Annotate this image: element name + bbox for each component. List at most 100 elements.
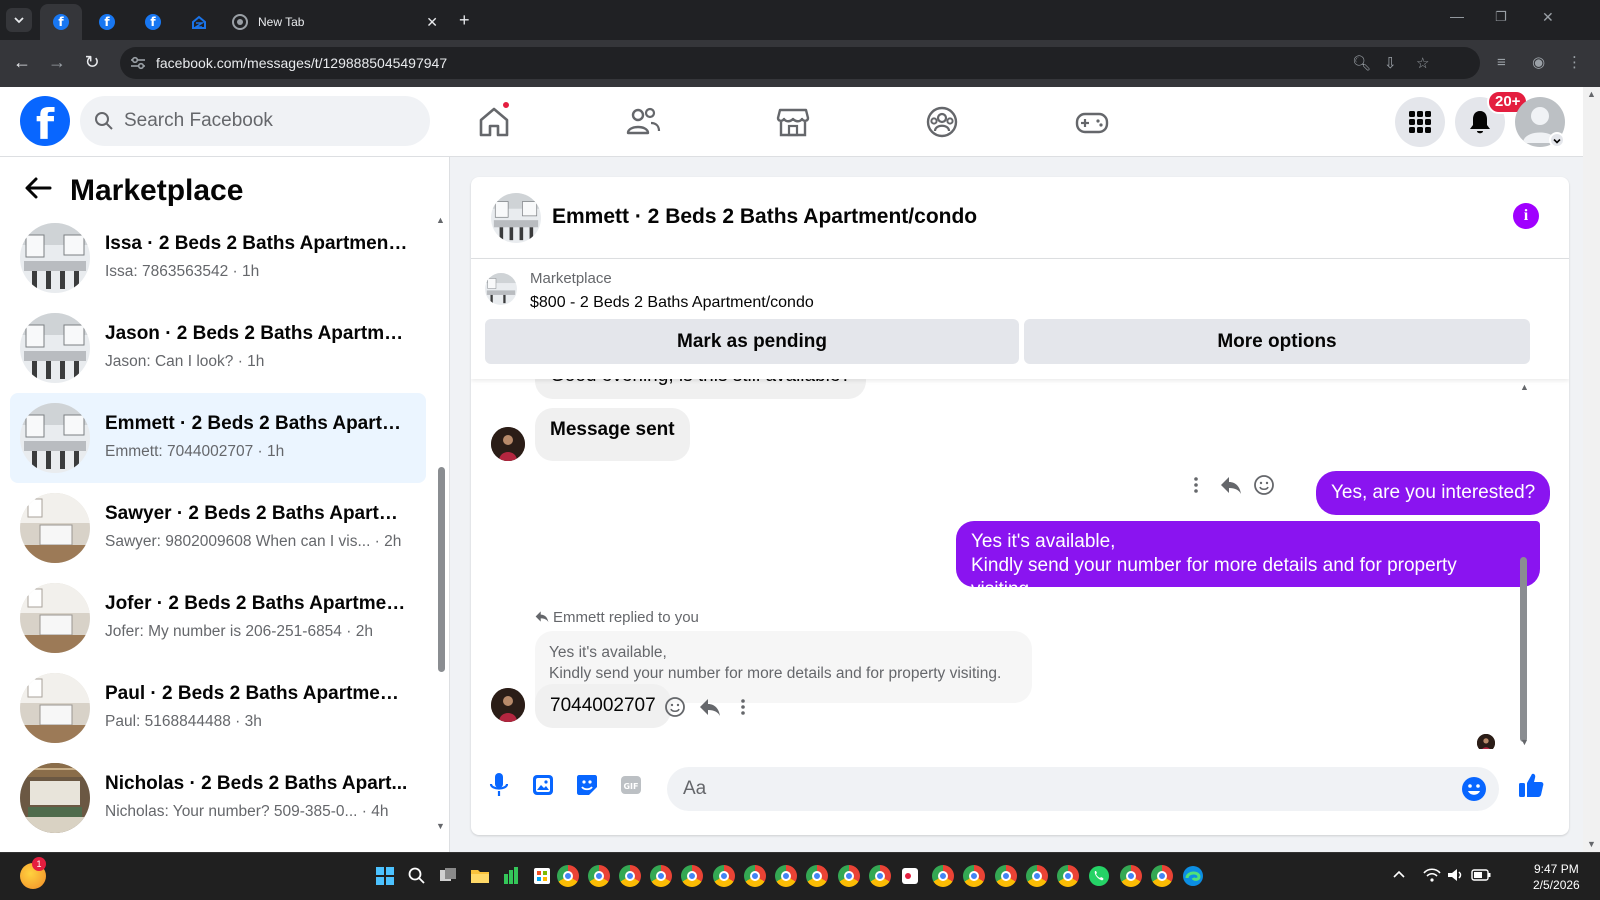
profile-icon[interactable]: ◉ bbox=[1532, 53, 1545, 71]
conversation-item-issa[interactable]: Issa · 2 Beds 2 Baths Apartment/... Issa… bbox=[10, 213, 426, 303]
scroll-up-arrow-icon[interactable]: ▲ bbox=[1520, 382, 1529, 392]
tab-facebook-2[interactable]: f bbox=[86, 4, 128, 40]
task-view-icon[interactable] bbox=[439, 867, 457, 885]
chrome-app-icon[interactable] bbox=[713, 865, 735, 887]
zoom-icon[interactable]: 🔍︎ bbox=[1352, 54, 1371, 72]
chrome-app-icon[interactable] bbox=[869, 865, 891, 887]
chat-scrollbar-thumb[interactable] bbox=[1520, 557, 1527, 742]
tray-chevron-up-icon[interactable] bbox=[1392, 869, 1406, 879]
account-dropdown[interactable] bbox=[1549, 132, 1565, 148]
scroll-down-arrow-icon[interactable]: ▼ bbox=[1587, 839, 1596, 849]
scroll-down-arrow-icon[interactable]: ▼ bbox=[436, 821, 445, 831]
chrome-app-icon[interactable] bbox=[1057, 865, 1079, 887]
search-input[interactable] bbox=[124, 96, 414, 146]
sender-avatar[interactable] bbox=[491, 688, 525, 722]
tab-new-tab[interactable]: New Tab ✕ bbox=[222, 4, 446, 40]
chrome-app-icon[interactable] bbox=[650, 865, 672, 887]
info-icon[interactable]: i bbox=[1513, 203, 1539, 229]
chrome-app-icon[interactable] bbox=[588, 865, 610, 887]
chrome-app-icon[interactable] bbox=[681, 865, 703, 887]
tab-facebook-1[interactable]: f bbox=[40, 4, 82, 40]
emoji-icon[interactable] bbox=[1461, 776, 1487, 802]
tab-zillow[interactable] bbox=[178, 4, 220, 40]
photo-icon[interactable] bbox=[529, 771, 557, 799]
minimize-icon[interactable]: — bbox=[1450, 8, 1464, 24]
reading-list-icon[interactable]: ≡ bbox=[1497, 54, 1506, 71]
sender-avatar[interactable] bbox=[491, 427, 525, 461]
chrome-app-icon[interactable] bbox=[557, 865, 579, 887]
listing-avatar[interactable] bbox=[491, 193, 541, 243]
site-settings-icon[interactable] bbox=[130, 56, 146, 70]
chrome-app-icon[interactable] bbox=[1151, 865, 1173, 887]
facebook-logo-icon[interactable]: f bbox=[20, 96, 70, 146]
back-icon[interactable]: ← bbox=[10, 52, 34, 73]
back-arrow-icon[interactable] bbox=[24, 175, 52, 207]
store-app-icon[interactable] bbox=[533, 867, 551, 885]
whatsapp-icon[interactable] bbox=[1088, 865, 1110, 887]
chrome-app-icon[interactable] bbox=[1026, 865, 1048, 887]
chrome-app-icon[interactable] bbox=[744, 865, 766, 887]
stocks-app-icon[interactable] bbox=[502, 866, 520, 886]
conversation-item-jofer[interactable]: Jofer · 2 Beds 2 Baths Apartment... Jofe… bbox=[10, 573, 426, 663]
system-clock[interactable]: 9:47 PM 2/5/2026 bbox=[1533, 861, 1580, 893]
sticker-icon[interactable] bbox=[573, 771, 601, 799]
close-tab-icon[interactable]: ✕ bbox=[426, 14, 438, 31]
window-close-icon[interactable]: ✕ bbox=[1542, 9, 1554, 26]
more-vertical-icon[interactable] bbox=[1190, 475, 1202, 495]
conversation-item-jason[interactable]: Jason · 2 Beds 2 Baths Apartmen... Jason… bbox=[10, 303, 426, 393]
file-explorer-icon[interactable] bbox=[470, 867, 490, 885]
chrome-app-icon[interactable] bbox=[838, 865, 860, 887]
tab-search-button[interactable] bbox=[6, 8, 32, 32]
chrome-app-icon[interactable] bbox=[932, 865, 954, 887]
taskbar-search-icon[interactable] bbox=[408, 867, 426, 885]
scroll-up-arrow-icon[interactable]: ▲ bbox=[436, 215, 445, 225]
message-input-box[interactable] bbox=[667, 767, 1499, 811]
more-options-button[interactable]: More options bbox=[1024, 319, 1530, 364]
reply-icon[interactable] bbox=[699, 697, 721, 717]
new-tab-icon[interactable]: + bbox=[459, 10, 470, 31]
chrome-menu-icon[interactable]: ⋮ bbox=[1567, 53, 1582, 71]
gif-icon[interactable]: GIF bbox=[617, 771, 645, 799]
restore-icon[interactable]: ❐ bbox=[1495, 9, 1507, 25]
menu-button[interactable] bbox=[1395, 97, 1445, 147]
bookmark-star-icon[interactable]: ☆ bbox=[1416, 54, 1429, 72]
message-input[interactable] bbox=[683, 767, 1443, 811]
tab-facebook-3[interactable]: f bbox=[132, 4, 174, 40]
snipping-tool-icon[interactable] bbox=[900, 866, 920, 886]
conversation-item-paul[interactable]: Paul · 2 Beds 2 Baths Apartment/... Paul… bbox=[10, 663, 426, 753]
like-thumb-icon[interactable] bbox=[1515, 769, 1547, 801]
search-box[interactable] bbox=[80, 96, 430, 146]
groups-icon[interactable] bbox=[924, 104, 960, 140]
install-app-icon[interactable]: ⇩ bbox=[1384, 54, 1397, 72]
chrome-app-icon[interactable] bbox=[619, 865, 641, 887]
mark-as-pending-button[interactable]: Mark as pending bbox=[485, 319, 1019, 364]
forward-icon[interactable]: → bbox=[45, 52, 69, 73]
windows-start-icon[interactable] bbox=[376, 867, 394, 885]
edge-browser-icon[interactable] bbox=[1182, 865, 1204, 887]
volume-icon[interactable] bbox=[1447, 867, 1465, 883]
chrome-app-icon[interactable] bbox=[963, 865, 985, 887]
microphone-icon[interactable] bbox=[485, 771, 513, 799]
conversation-item-sawyer[interactable]: Sawyer · 2 Beds 2 Baths Apartme... Sawye… bbox=[10, 483, 426, 573]
chrome-app-icon[interactable] bbox=[775, 865, 797, 887]
sidebar-scrollbar-thumb[interactable] bbox=[438, 467, 445, 672]
reload-icon[interactable]: ↻ bbox=[80, 52, 104, 73]
listing-title[interactable]: $800 - 2 Beds 2 Baths Apartment/condo bbox=[530, 294, 814, 312]
address-bar[interactable]: facebook.com/messages/t/1298885045497947… bbox=[120, 47, 1480, 79]
more-vertical-icon[interactable] bbox=[737, 697, 749, 717]
conversation-item-nicholas[interactable]: Nicholas · 2 Beds 2 Baths Apart... Nicho… bbox=[10, 753, 426, 843]
scroll-up-arrow-icon[interactable]: ▲ bbox=[1587, 89, 1596, 99]
chrome-app-icon[interactable] bbox=[806, 865, 828, 887]
listing-thumbnail[interactable] bbox=[485, 273, 517, 305]
gaming-icon[interactable] bbox=[1074, 104, 1110, 140]
react-emoji-icon[interactable] bbox=[1253, 474, 1275, 496]
marketplace-icon[interactable] bbox=[775, 104, 811, 140]
wifi-icon[interactable] bbox=[1423, 867, 1441, 883]
chat-title[interactable]: Emmett · 2 Beds 2 Baths Apartment/condo bbox=[552, 205, 977, 229]
page-scrollbar[interactable]: ▲ ▼ bbox=[1583, 87, 1600, 852]
friends-icon[interactable] bbox=[625, 104, 661, 140]
conversation-item-emmett[interactable]: Emmett · 2 Beds 2 Baths Apartm... Emmett… bbox=[10, 393, 426, 483]
react-emoji-icon[interactable] bbox=[664, 696, 686, 718]
chrome-app-icon[interactable] bbox=[1120, 865, 1142, 887]
battery-icon[interactable] bbox=[1471, 869, 1491, 881]
